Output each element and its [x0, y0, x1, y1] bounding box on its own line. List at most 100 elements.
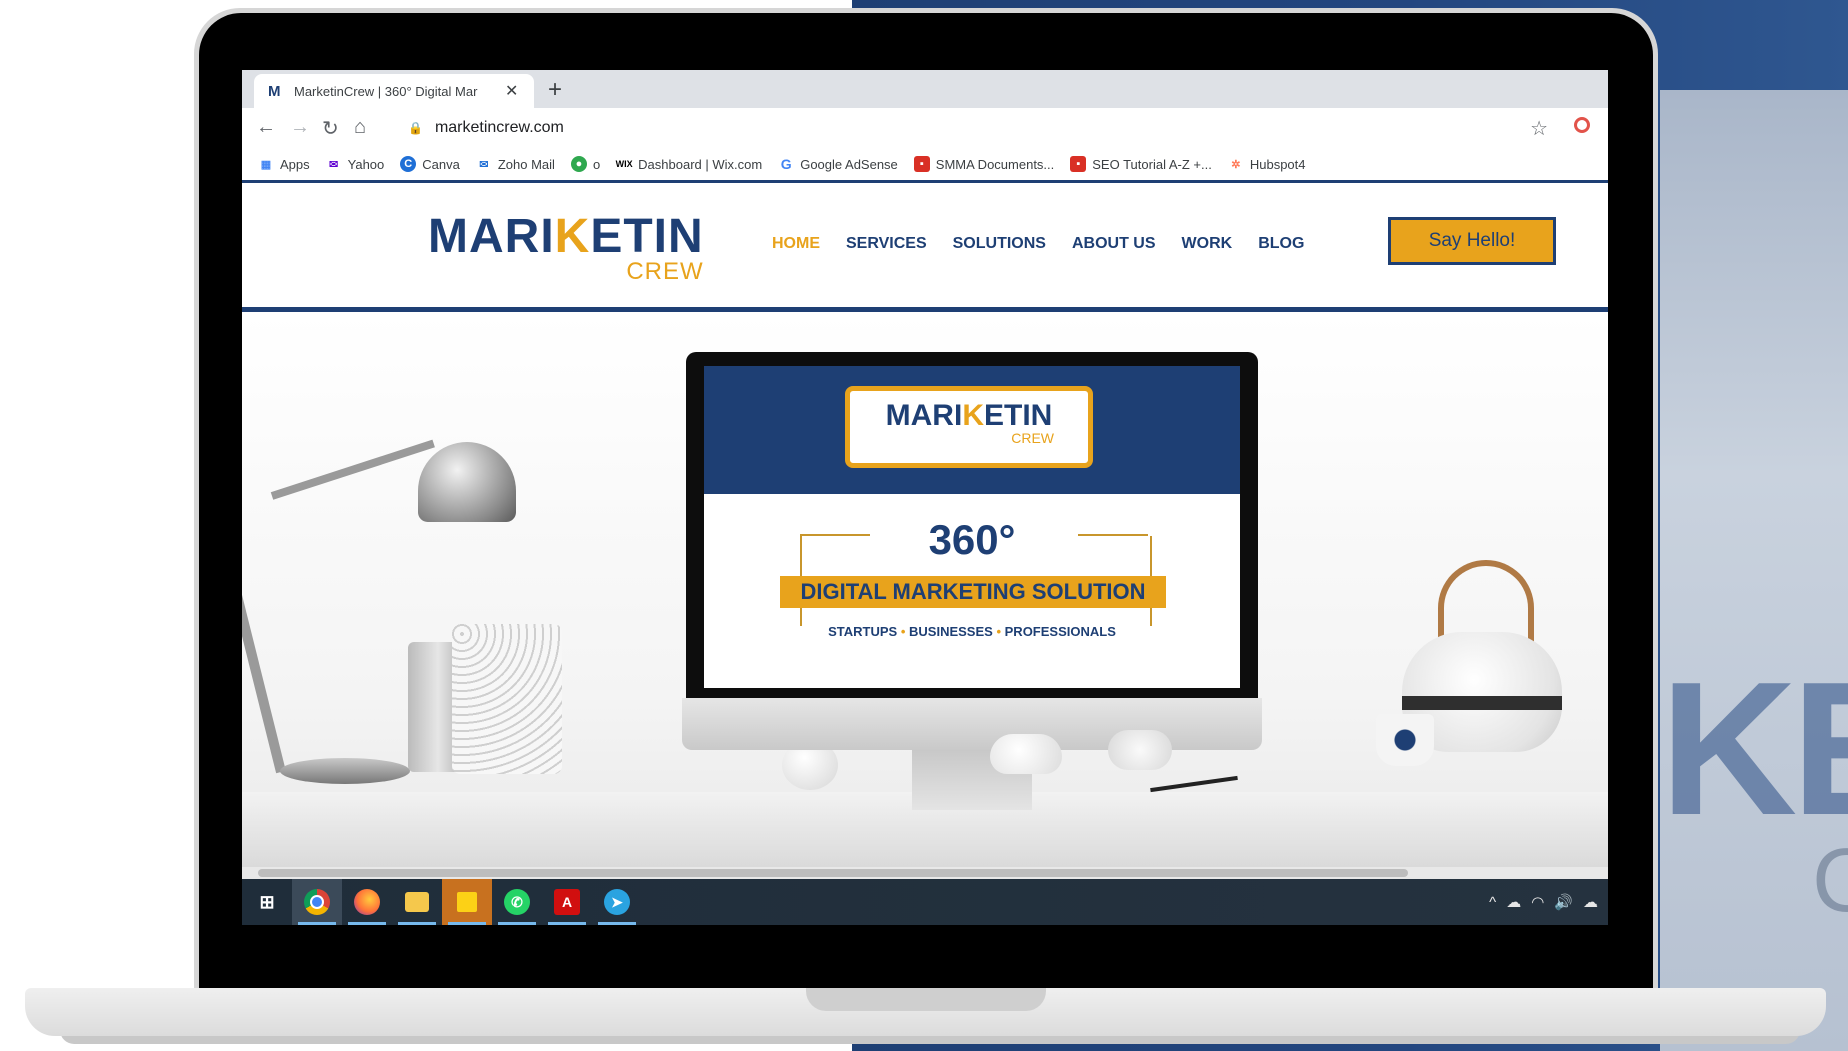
- sticky-notes-icon[interactable]: [442, 879, 492, 925]
- onedrive-icon[interactable]: ☁: [1506, 893, 1521, 911]
- nav-blog[interactable]: BLOG: [1258, 235, 1304, 253]
- bookmark-label: Yahoo: [347, 156, 385, 172]
- hero-banner: MARIKETIN CREW 360° DIGITAL MARKETING SO…: [242, 312, 1608, 867]
- home-icon[interactable]: ⌂: [354, 116, 366, 139]
- canva-icon: C: [400, 156, 417, 172]
- zoho-mail-icon: ✉: [479, 158, 489, 171]
- chrome-icon[interactable]: [292, 879, 342, 925]
- back-arrow-icon[interactable]: ←: [256, 116, 276, 139]
- crumpled-paper: [1108, 730, 1172, 770]
- nav-work[interactable]: WORK: [1182, 235, 1233, 253]
- bookmark-label: Dashboard | Wix.com: [638, 156, 763, 172]
- nav-solutions[interactable]: SOLUTIONS: [953, 235, 1046, 253]
- site-nav: HOME SERVICES SOLUTIONS ABOUT US WORK BL…: [772, 235, 1330, 253]
- site-logo[interactable]: MARIKETIN CREW: [428, 213, 704, 285]
- mail-icon: ✉: [329, 158, 339, 171]
- green-circle-icon: ●: [570, 156, 587, 172]
- tag-startups: STARTUPS: [828, 624, 898, 639]
- bookmark-hubspot[interactable]: ✲ Hubspot4: [1228, 156, 1305, 172]
- bookmark-o[interactable]: ● o: [570, 156, 601, 172]
- wix-icon: WIX: [615, 159, 633, 169]
- google-icon: G: [780, 156, 792, 172]
- bookmark-label: Canva: [422, 156, 460, 172]
- browser-tabstrip: M MarketinCrew | 360° Digital Mar ✕ +: [242, 70, 1608, 108]
- backdrop-logo-fragment-c: C: [1812, 831, 1848, 931]
- say-hello-button[interactable]: Say Hello!: [1388, 217, 1556, 265]
- windows-taskbar: ⊞ ✆ A ➤ ^ ☁ ◠ 🔊 ☁: [242, 879, 1608, 925]
- nav-home[interactable]: HOME: [772, 235, 820, 253]
- extension-icon[interactable]: [1574, 117, 1590, 133]
- logo-part: MARI: [428, 210, 555, 263]
- wifi-icon[interactable]: ◠: [1531, 893, 1544, 911]
- badge-part: MARI: [885, 399, 963, 432]
- hero-360-degree: 360°: [928, 516, 1016, 563]
- hero-headline: DIGITAL MARKETING SOLUTION: [780, 576, 1166, 608]
- lock-icon: 🔒: [408, 121, 423, 135]
- nav-services[interactable]: SERVICES: [846, 235, 927, 253]
- close-tab-icon[interactable]: ✕: [505, 81, 518, 101]
- acrobat-icon[interactable]: A: [542, 879, 592, 925]
- hero-logo-badge: MARIKETIN CREW: [845, 386, 1093, 468]
- favicon-icon: M: [268, 82, 281, 100]
- desk-lamp-head: [418, 442, 516, 522]
- bookmark-label: Zoho Mail: [497, 156, 555, 172]
- tag-businesses: BUSINESSES: [909, 624, 993, 639]
- logo-k: K: [554, 210, 591, 263]
- horizontal-scrollbar[interactable]: [242, 867, 1608, 879]
- bookmark-smma[interactable]: ▪ SMMA Documents...: [913, 156, 1055, 172]
- bookmark-zoho-mail[interactable]: ✉ Zoho Mail: [476, 156, 555, 172]
- windows-start-icon[interactable]: ⊞: [242, 879, 292, 925]
- forward-arrow-icon[interactable]: →: [290, 116, 310, 139]
- telegram-icon[interactable]: ➤: [592, 879, 642, 925]
- badge-wordmark: MARIKETIN: [850, 401, 1088, 431]
- logo-part: ETIN: [590, 210, 704, 263]
- site-header: MARIKETIN CREW HOME SERVICES SOLUTIONS A…: [242, 183, 1608, 312]
- bookmark-canva[interactable]: C Canva: [400, 156, 460, 172]
- bird-figurine: [990, 734, 1062, 774]
- tea-cup: [1376, 714, 1434, 766]
- system-tray: ^ ☁ ◠ 🔊 ☁: [1489, 879, 1608, 925]
- laptop-notch: [806, 988, 1046, 1011]
- whatsapp-icon[interactable]: ✆: [492, 879, 542, 925]
- bookmark-label: Google AdSense: [800, 156, 898, 172]
- document-icon: ▪: [913, 156, 930, 172]
- firefox-icon[interactable]: [342, 879, 392, 925]
- new-tab-button[interactable]: +: [548, 76, 562, 104]
- scrollbar-thumb[interactable]: [258, 869, 1408, 877]
- cloud-icon[interactable]: ☁: [1583, 893, 1598, 911]
- bookmark-seo[interactable]: ▪ SEO Tutorial A-Z +...: [1070, 156, 1212, 172]
- nav-about-us[interactable]: ABOUT US: [1072, 235, 1156, 253]
- browser-toolbar: ← → ↻ ⌂ 🔒 marketincrew.com ☆: [242, 108, 1608, 148]
- reload-icon[interactable]: ↻: [322, 116, 339, 141]
- file-explorer-icon[interactable]: [392, 879, 442, 925]
- bookmark-label: SEO Tutorial A-Z +...: [1092, 156, 1212, 172]
- tag-professionals: PROFESSIONALS: [1004, 624, 1116, 639]
- browser-tab[interactable]: M MarketinCrew | 360° Digital Mar ✕: [254, 74, 534, 108]
- bookmark-label: Apps: [280, 156, 310, 172]
- apps-grid-icon: ▦: [260, 158, 272, 171]
- hero-tagline: STARTUPS • BUSINESSES • PROFESSIONALS: [704, 624, 1240, 639]
- bookmark-label: SMMA Documents...: [935, 156, 1055, 172]
- desk-lamp-arm: [242, 508, 286, 774]
- desk-lamp-arm-upper: [270, 439, 435, 500]
- address-bar[interactable]: 🔒 marketincrew.com: [408, 113, 1608, 143]
- hubspot-icon: ✲: [1231, 158, 1241, 171]
- badge-subtitle: CREW: [1011, 430, 1054, 446]
- document-icon: ▪: [1070, 156, 1087, 172]
- tag-separator: •: [900, 624, 906, 639]
- backdrop-logo-fragment: KET: [1660, 643, 1848, 855]
- hero-logo-band: MARIKETIN CREW: [704, 366, 1240, 494]
- volume-icon[interactable]: 🔊: [1554, 893, 1573, 911]
- imac-chin: [682, 698, 1262, 750]
- bookmark-label: o: [592, 156, 601, 172]
- laptop-screen: M MarketinCrew | 360° Digital Mar ✕ + ← …: [242, 70, 1608, 925]
- bookmark-apps[interactable]: ▦ Apps: [258, 156, 310, 172]
- imac-display: MARIKETIN CREW 360° DIGITAL MARKETING SO…: [704, 366, 1240, 688]
- bookmark-wix[interactable]: WIX Dashboard | Wix.com: [615, 156, 763, 172]
- bookmark-adsense[interactable]: G Google AdSense: [778, 156, 898, 172]
- desk-lamp-base: [280, 758, 410, 784]
- tag-separator: •: [996, 624, 1002, 639]
- tray-expand-icon[interactable]: ^: [1489, 894, 1496, 911]
- bookmark-star-icon[interactable]: ☆: [1530, 116, 1548, 141]
- bookmark-yahoo[interactable]: ✉ Yahoo: [326, 156, 385, 172]
